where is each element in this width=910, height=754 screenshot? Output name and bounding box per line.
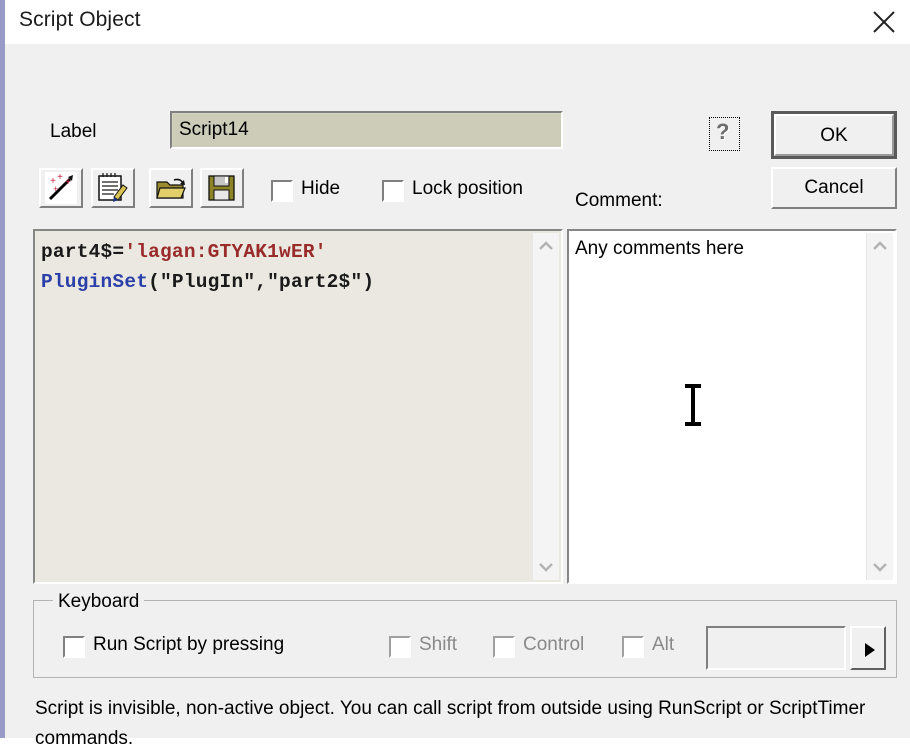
svg-text:+: + [65,178,71,189]
hotkey-input[interactable] [706,626,846,670]
script-editor-code: part4$='lagan:GTYAK1wER' PluginSet("Plug… [41,237,533,297]
shift-modifier-checkbox[interactable] [389,636,411,658]
save-script-button[interactable] [200,168,244,208]
close-button[interactable] [858,0,910,44]
edit-script-button[interactable] [91,168,135,208]
script-editor-scrollbar[interactable] [532,233,559,580]
cancel-button-label: Cancel [804,177,864,198]
alt-modifier-checkbox[interactable] [622,636,644,658]
code-token: ("PlugIn","part2$") [148,271,375,293]
label-input-value: Script14 [179,119,249,140]
script-scroll-down-button[interactable] [533,554,559,580]
script-object-dialog: Script Object Label Script14 ? OK Cancel… [0,0,910,749]
hotkey-dropdown-button[interactable] [850,626,886,670]
code-token: 'lagan:GTYAK1wER' [124,241,327,263]
control-modifier-checkbox[interactable] [493,636,515,658]
svg-text:+: + [57,173,63,184]
label-input[interactable]: Script14 [170,111,563,149]
status-description-text: Script is invisible, non-active object. … [35,698,866,749]
keyboard-group-legend: Keyboard [53,591,145,613]
shift-modifier-label: Shift [419,634,458,655]
ok-button[interactable]: OK [771,111,897,159]
svg-text:+: + [53,185,58,195]
comment-scroll-up-button[interactable] [867,233,893,259]
comment-scroll-down-button[interactable] [867,554,893,580]
question-mark-glyph: ? [716,119,730,144]
comment-scrollbar[interactable] [866,233,893,580]
comment-textarea[interactable]: Any comments here [567,229,897,584]
control-modifier-label: Control [523,634,585,655]
script-wizard-button[interactable]: + + + + [39,168,83,208]
hide-checkbox-label: Hide [301,178,341,199]
script-scroll-up-button[interactable] [533,233,559,259]
lock-position-checkbox[interactable] [382,180,404,202]
cancel-button[interactable]: Cancel [771,167,897,209]
comment-caption: Comment: [575,190,663,211]
alt-modifier-label: Alt [652,634,675,655]
dialog-body: Label Script14 ? OK Cancel + + + + Hide … [5,44,910,749]
hide-checkbox[interactable] [271,180,293,202]
lock-position-checkbox-label: Lock position [412,178,523,199]
window-title: Script Object [19,8,141,31]
load-script-button[interactable] [149,168,193,208]
code-token: part4$= [41,241,125,263]
title-bar: Script Object [5,0,910,44]
run-script-by-pressing-label: Run Script by pressing [93,634,285,655]
code-token: PluginSet [41,271,149,293]
script-editor[interactable]: part4$='lagan:GTYAK1wER' PluginSet("Plug… [33,229,563,584]
label-caption: Label [50,121,97,142]
ok-button-label: OK [820,125,848,146]
help-question-icon[interactable]: ? [709,117,740,151]
run-script-by-pressing-checkbox[interactable] [63,636,85,658]
comment-textarea-value: Any comments here [575,238,744,259]
